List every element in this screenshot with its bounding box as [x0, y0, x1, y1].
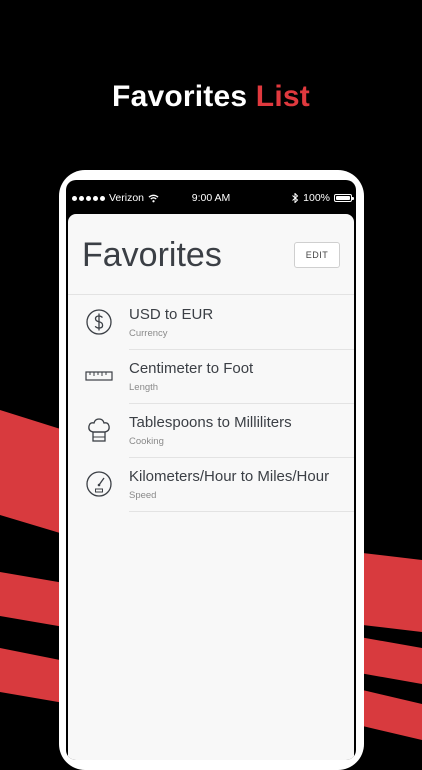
title-row: Favorites EDIT	[68, 214, 354, 295]
favorite-item-cooking[interactable]: Tablespoons to Milliliters Cooking	[68, 403, 354, 458]
headline-main: Favorites	[112, 80, 248, 113]
chef-hat-icon	[88, 418, 110, 442]
favorite-title: Kilometers/Hour to Miles/Hour	[129, 468, 330, 485]
favorite-category: Speed	[129, 490, 157, 501]
dollar-icon	[86, 309, 112, 335]
favorite-item-speed[interactable]: Kilometers/Hour to Miles/Hour Speed	[68, 457, 354, 512]
favorite-category: Length	[129, 382, 159, 393]
favorite-item-length[interactable]: Centimeter to Foot Length	[68, 349, 354, 404]
battery-icon	[334, 194, 354, 202]
favorite-title: USD to EUR	[129, 306, 214, 323]
favorites-panel: Favorites EDIT USD to EUR Currency Centi…	[68, 214, 354, 760]
favorite-title: Centimeter to Foot	[129, 360, 254, 377]
favorites-list: USD to EUR Currency Centimeter to Foot L…	[68, 295, 354, 512]
speedometer-icon	[86, 471, 112, 497]
status-bar: Verizon 9:00 AM 100%	[66, 180, 356, 214]
favorite-title: Tablespoons to Milliliters	[129, 414, 292, 431]
edit-button[interactable]: EDIT	[294, 242, 340, 268]
phone-screen: Verizon 9:00 AM 100% Favorites EDIT USD …	[66, 180, 356, 760]
favorite-category: Cooking	[129, 436, 164, 447]
headline: Favorites List	[0, 80, 422, 114]
headline-accent: List	[255, 80, 310, 113]
ruler-icon	[85, 371, 113, 381]
page-title: Favorites	[82, 236, 222, 274]
favorite-category: Currency	[129, 328, 168, 339]
battery-percent: 100%	[303, 192, 330, 204]
bluetooth-icon	[292, 193, 299, 203]
favorite-item-currency[interactable]: USD to EUR Currency	[68, 295, 354, 350]
